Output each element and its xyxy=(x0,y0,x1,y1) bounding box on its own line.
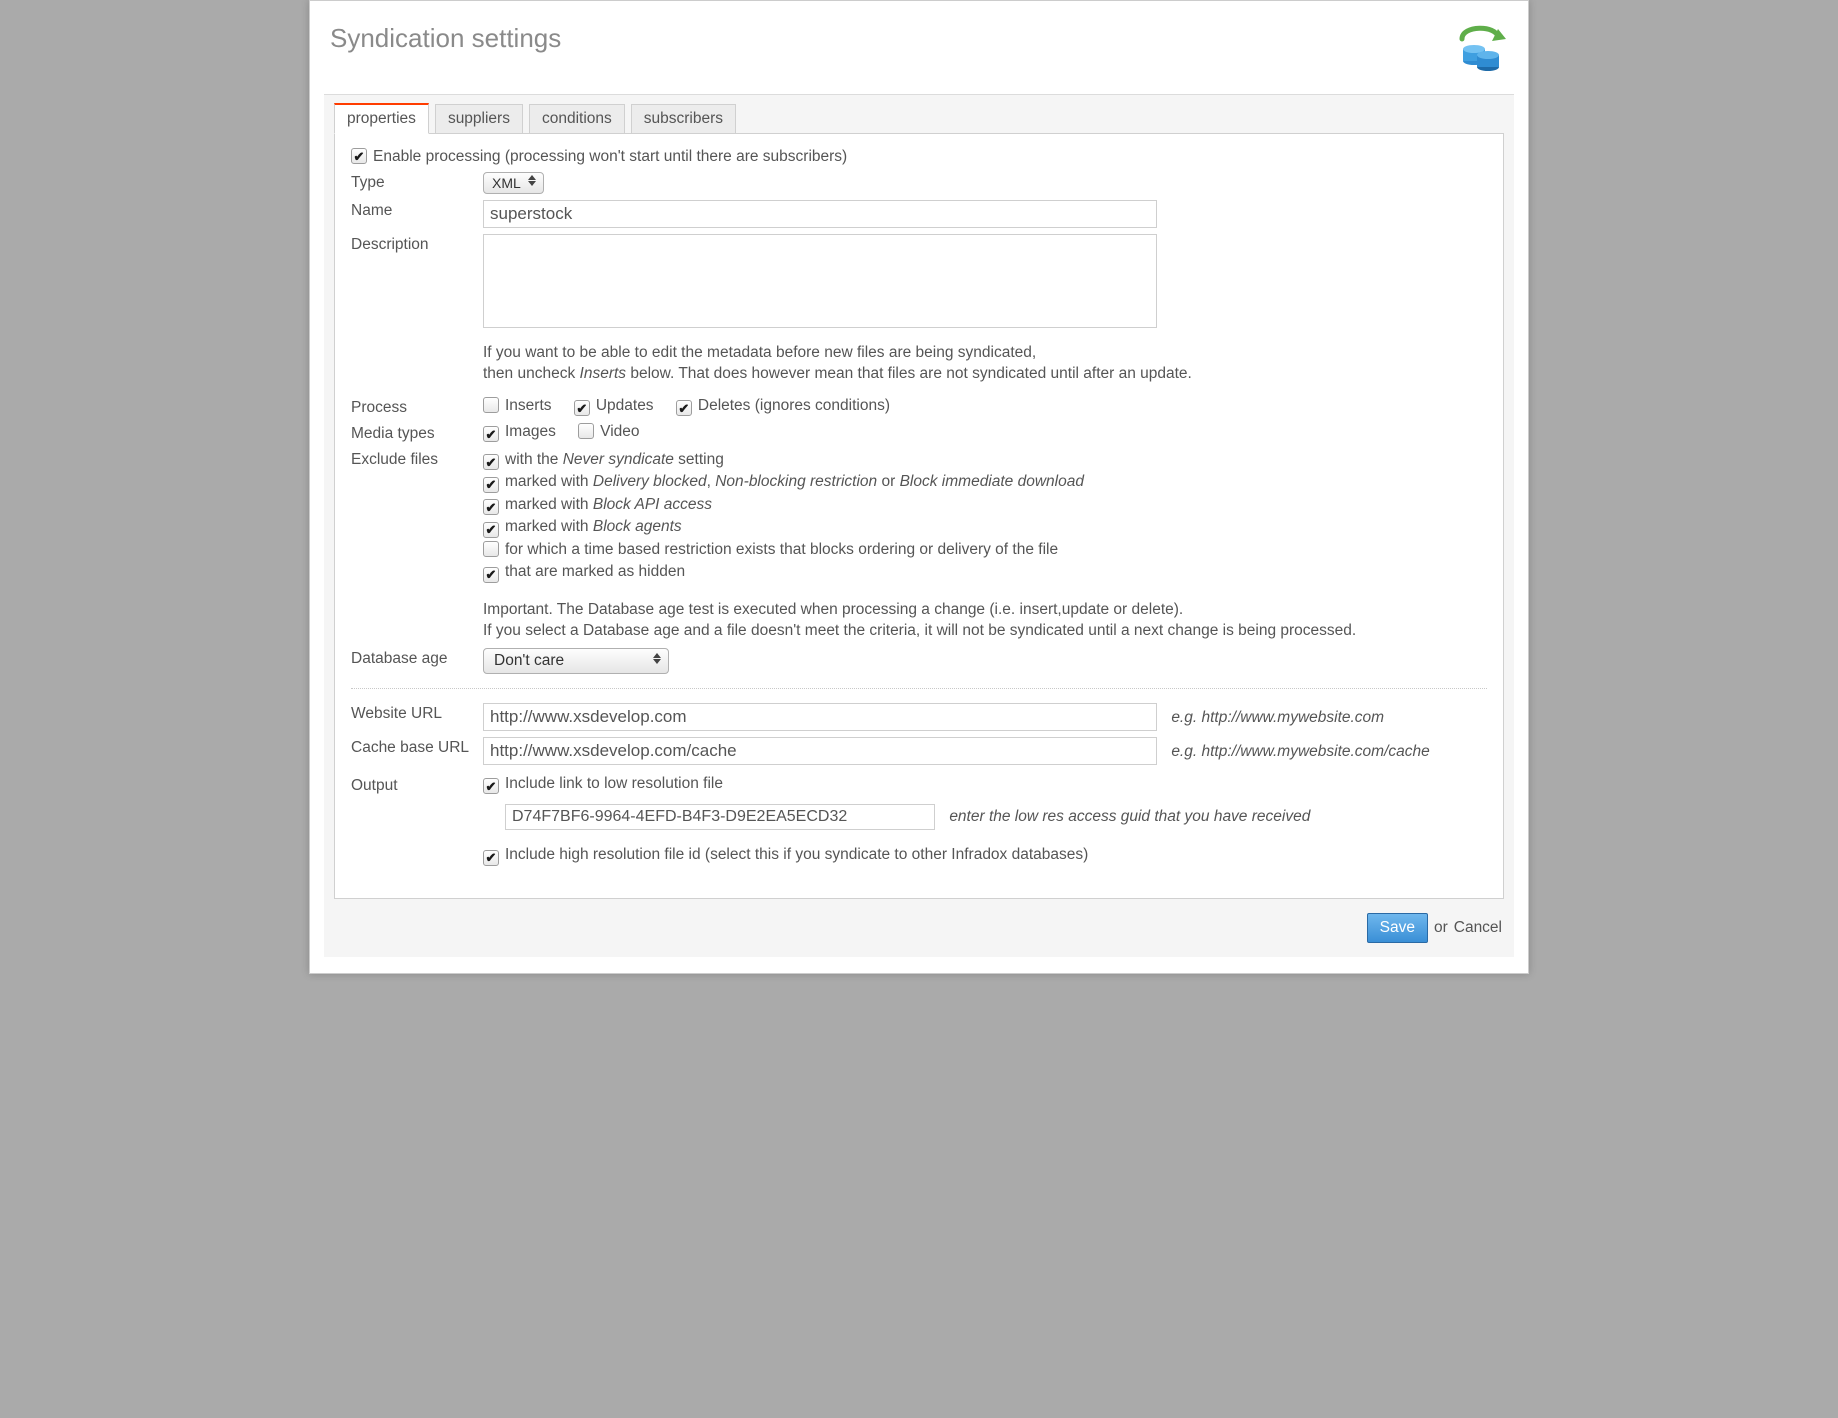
cache-url-input[interactable] xyxy=(483,737,1157,765)
output-hires-label: Include high resolution file id (select … xyxy=(505,846,1088,863)
media-images-label: Images xyxy=(505,423,556,440)
process-inserts-label: Inserts xyxy=(505,397,552,414)
cache-url-hint: e.g. http://www.mywebsite.com/cache xyxy=(1171,743,1429,761)
cancel-link[interactable]: Cancel xyxy=(1454,919,1502,937)
exclude-time-restriction-checkbox[interactable] xyxy=(483,541,499,557)
tab-conditions[interactable]: conditions xyxy=(529,104,625,134)
exclude-important-note: Important. The Database age test is exec… xyxy=(483,600,1487,642)
description-hint: If you want to be able to edit the metad… xyxy=(483,343,1487,385)
exclude-delivery-blocked-text: marked with Delivery blocked, Non-blocki… xyxy=(505,473,1084,490)
exclude-never-syndicate-text: with the Never syndicate setting xyxy=(505,451,724,468)
output-label: Output xyxy=(351,775,483,795)
tab-properties[interactable]: properties xyxy=(334,103,429,134)
tab-bar: properties suppliers conditions subscrib… xyxy=(334,97,1504,133)
tab-suppliers[interactable]: suppliers xyxy=(435,104,523,134)
exclude-time-restriction-text: for which a time based restriction exist… xyxy=(505,541,1058,558)
process-updates-label: Updates xyxy=(596,397,654,414)
name-input[interactable] xyxy=(483,200,1157,228)
process-deletes-checkbox[interactable] xyxy=(676,400,692,416)
process-label: Process xyxy=(351,397,483,417)
exclude-block-agents-checkbox[interactable] xyxy=(483,522,499,538)
exclude-never-syndicate-checkbox[interactable] xyxy=(483,454,499,470)
website-url-input[interactable] xyxy=(483,703,1157,731)
type-select[interactable]: XML xyxy=(483,172,544,194)
lowres-guid-hint: enter the low res access guid that you h… xyxy=(949,808,1310,826)
enable-processing-checkbox[interactable] xyxy=(351,148,367,164)
dialog-footer: Save or Cancel xyxy=(334,913,1504,943)
process-deletes-label: Deletes (ignores conditions) xyxy=(698,397,890,414)
media-video-checkbox[interactable] xyxy=(578,423,594,439)
exclude-block-api-checkbox[interactable] xyxy=(483,499,499,515)
process-updates-checkbox[interactable] xyxy=(574,400,590,416)
media-types-label: Media types xyxy=(351,423,483,443)
exclude-block-agents-text: marked with Block agents xyxy=(505,518,682,535)
or-text: or xyxy=(1434,919,1448,937)
enable-processing-label: Enable processing (processing won't star… xyxy=(373,148,847,166)
syndication-settings-dialog: Syndication settings properties supplier… xyxy=(309,0,1529,974)
description-textarea[interactable] xyxy=(483,234,1157,328)
lowres-guid-input[interactable] xyxy=(505,804,935,830)
exclude-delivery-blocked-checkbox[interactable] xyxy=(483,477,499,493)
output-hires-checkbox[interactable] xyxy=(483,850,499,866)
cache-url-label: Cache base URL xyxy=(351,737,483,757)
website-url-label: Website URL xyxy=(351,703,483,723)
process-inserts-checkbox[interactable] xyxy=(483,397,499,413)
output-lowres-label: Include link to low resolution file xyxy=(505,775,723,792)
properties-panel: Enable processing (processing won't star… xyxy=(334,133,1504,899)
save-button[interactable]: Save xyxy=(1367,913,1428,943)
exclude-files-label: Exclude files xyxy=(351,449,483,469)
database-age-select[interactable]: Don't care xyxy=(483,648,669,674)
exclude-hidden-checkbox[interactable] xyxy=(483,567,499,583)
website-url-hint: e.g. http://www.mywebsite.com xyxy=(1171,709,1384,727)
media-images-checkbox[interactable] xyxy=(483,426,499,442)
name-label: Name xyxy=(351,200,483,220)
section-divider xyxy=(351,688,1487,689)
tab-subscribers[interactable]: subscribers xyxy=(631,104,736,134)
output-lowres-checkbox[interactable] xyxy=(483,778,499,794)
database-age-label: Database age xyxy=(351,648,483,668)
syndication-database-icon xyxy=(1448,17,1510,80)
media-video-label: Video xyxy=(600,423,639,440)
description-label: Description xyxy=(351,234,483,254)
exclude-hidden-text: that are marked as hidden xyxy=(505,563,685,580)
type-label: Type xyxy=(351,172,483,192)
exclude-block-api-text: marked with Block API access xyxy=(505,496,712,513)
dialog-title: Syndication settings xyxy=(330,23,561,54)
